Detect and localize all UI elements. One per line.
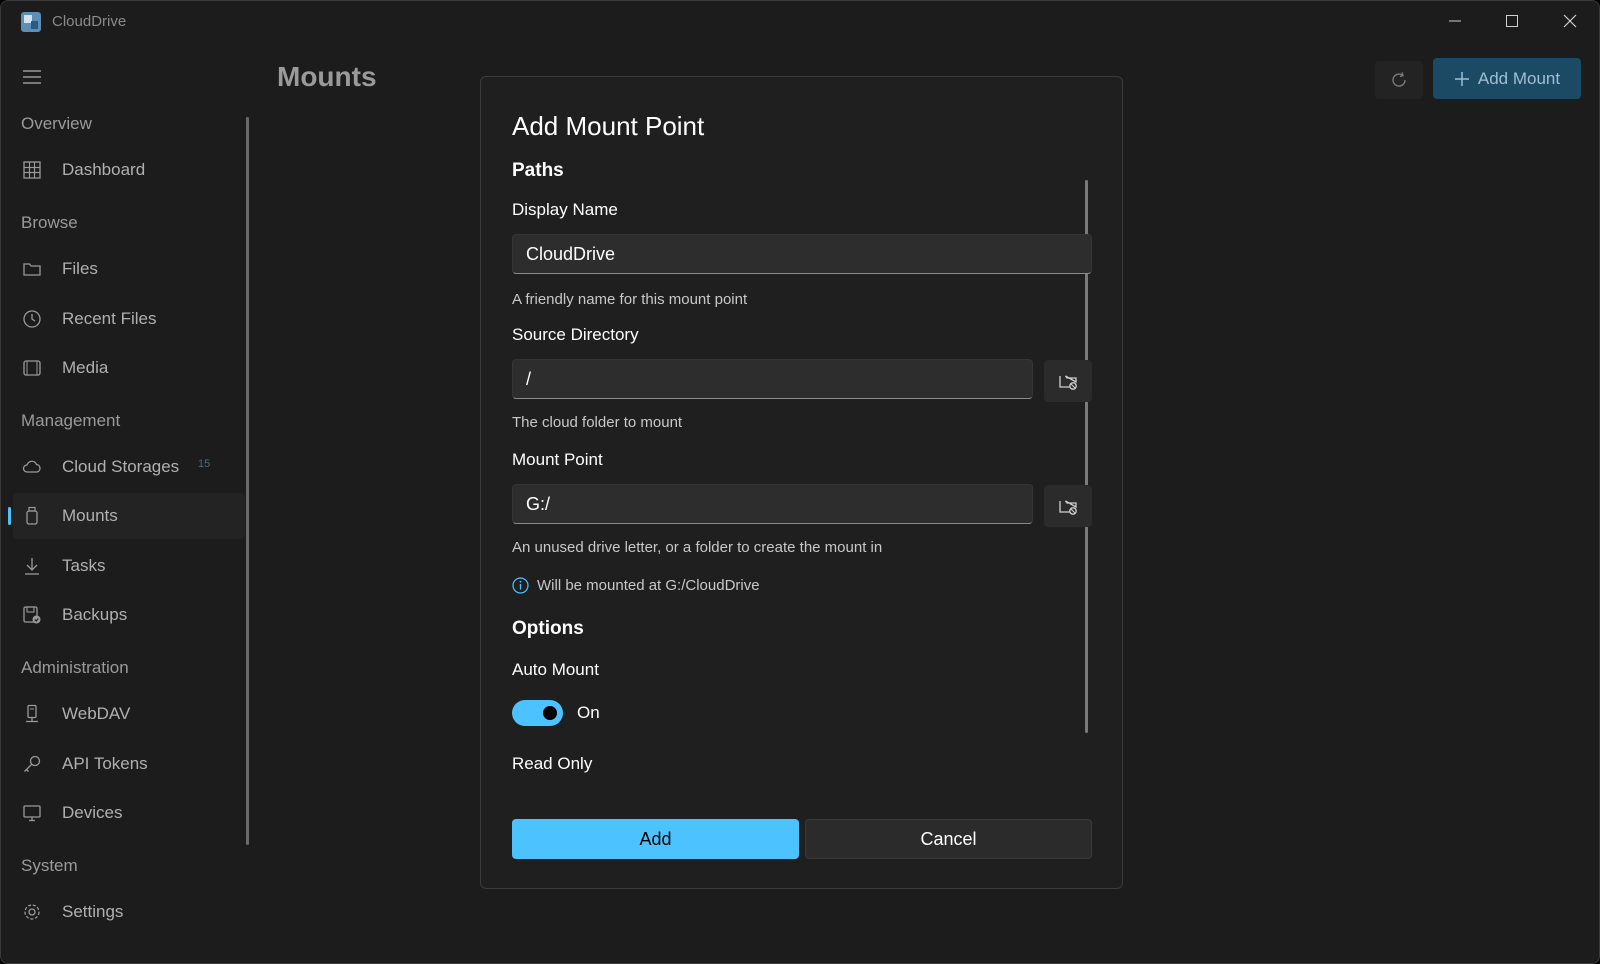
sidebar-item-label: Cloud Storages [62,457,180,476]
monitor-icon [21,802,43,824]
display-name-input[interactable]: CloudDrive [512,234,1092,274]
download-icon [21,555,43,577]
nav-section-management: Management [21,411,121,430]
browse-source-button[interactable] [1044,360,1092,402]
dashboard-grid-icon [21,159,43,181]
sidebar-item-label: Recent Files [62,309,157,328]
sidebar-item-label: Dashboard [62,160,146,179]
mount-point-label: Mount Point [512,450,603,469]
sidebar-item-cloud-storages[interactable]: Cloud Storages 15 [13,444,245,490]
usb-drive-icon [21,505,43,527]
read-only-label: Read Only [512,754,593,773]
cloud-storages-count-badge: 15 [198,458,211,470]
sidebar-item-label: Devices [62,803,123,822]
cancel-button[interactable]: Cancel [805,819,1092,859]
clock-icon [21,308,43,330]
add-button[interactable]: Add [512,819,799,859]
sidebar-item-api-tokens[interactable]: API Tokens [13,741,245,787]
sidebar-item-media[interactable]: Media [13,345,245,391]
sidebar-item-recent-files[interactable]: Recent Files [13,296,245,342]
close-button[interactable] [1547,1,1593,41]
server-icon [21,703,43,725]
sidebar-item-label: Tasks [62,556,106,575]
refresh-button[interactable] [1375,61,1423,99]
gear-icon [21,901,43,923]
auto-mount-toggle[interactable] [512,700,563,726]
nav-section-administration: Administration [21,658,129,677]
film-icon [21,357,43,379]
options-heading: Options [512,618,584,639]
add-mount-button[interactable]: Add Mount [1433,58,1581,99]
maximize-button[interactable] [1489,1,1535,41]
backup-icon [21,604,43,626]
add-mount-label: Add Mount [1477,68,1561,88]
key-icon [21,753,43,775]
plus-icon [1454,71,1469,86]
sidebar-item-label: Settings [62,902,124,921]
source-directory-input[interactable]: / [512,359,1033,399]
sidebar-item-label: WebDAV [62,704,131,723]
nav-section-system: System [21,856,78,875]
source-directory-label: Source Directory [512,325,639,344]
page-title: Mounts [277,61,377,92]
sidebar-item-label: Media [62,358,109,377]
maximize-icon [1506,15,1518,27]
browse-mount-point-button[interactable] [1044,485,1092,527]
dialog-title: Add Mount Point [512,111,705,141]
sidebar-item-label: Mounts [62,506,118,525]
cloud-icon [21,456,43,478]
sidebar-item-tasks[interactable]: Tasks [13,543,245,589]
toggle-knob [543,706,557,720]
minimize-icon [1449,20,1461,22]
close-icon [1563,14,1577,28]
refresh-icon [1392,72,1406,87]
sidebar-item-label: Backups [62,605,128,624]
title-bar: CloudDrive [1,1,1599,43]
add-mount-dialog: Add Mount Point Paths Display Name Cloud… [480,76,1123,889]
sidebar-item-files[interactable]: Files [13,246,245,292]
folder-browse-icon [1059,500,1077,515]
mount-location-text: Will be mounted at G:/CloudDrive [537,577,760,594]
mount-point-input[interactable]: G:/ [512,484,1033,524]
sidebar-item-dashboard[interactable]: Dashboard [13,147,245,193]
info-icon [512,577,529,594]
paths-heading: Paths [512,160,564,181]
sidebar-item-label: API Tokens [62,754,148,773]
display-name-help: A friendly name for this mount point [512,291,748,308]
sidebar-item-devices[interactable]: Devices [13,790,245,836]
sidebar-item-webdav[interactable]: WebDAV [13,691,245,737]
auto-mount-label: Auto Mount [512,660,599,679]
folder-icon [21,258,43,280]
display-name-label: Display Name [512,200,618,219]
sidebar: Overview Dashboard Browse Files Recent F… [1,43,253,963]
sidebar-item-settings[interactable]: Settings [13,889,245,935]
folder-browse-icon [1059,375,1077,390]
nav-section-overview: Overview [21,114,92,133]
app-title: CloudDrive [52,13,127,30]
hamburger-menu-icon[interactable] [21,65,45,89]
minimize-button[interactable] [1432,1,1478,41]
sidebar-scrollbar[interactable] [246,117,249,845]
nav-section-browse: Browse [21,213,78,232]
mount-point-help: An unused drive letter, or a folder to c… [512,539,883,556]
app-logo-icon [21,12,41,32]
sidebar-item-label: Files [62,259,98,278]
app-window: CloudDrive Overview Dashboard Browse Fil… [0,0,1600,964]
sidebar-item-backups[interactable]: Backups [13,592,245,638]
mount-location-info: Will be mounted at G:/CloudDrive [512,577,760,594]
sidebar-item-mounts[interactable]: Mounts [8,493,245,539]
auto-mount-state: On [577,703,600,722]
source-directory-help: The cloud folder to mount [512,414,683,431]
